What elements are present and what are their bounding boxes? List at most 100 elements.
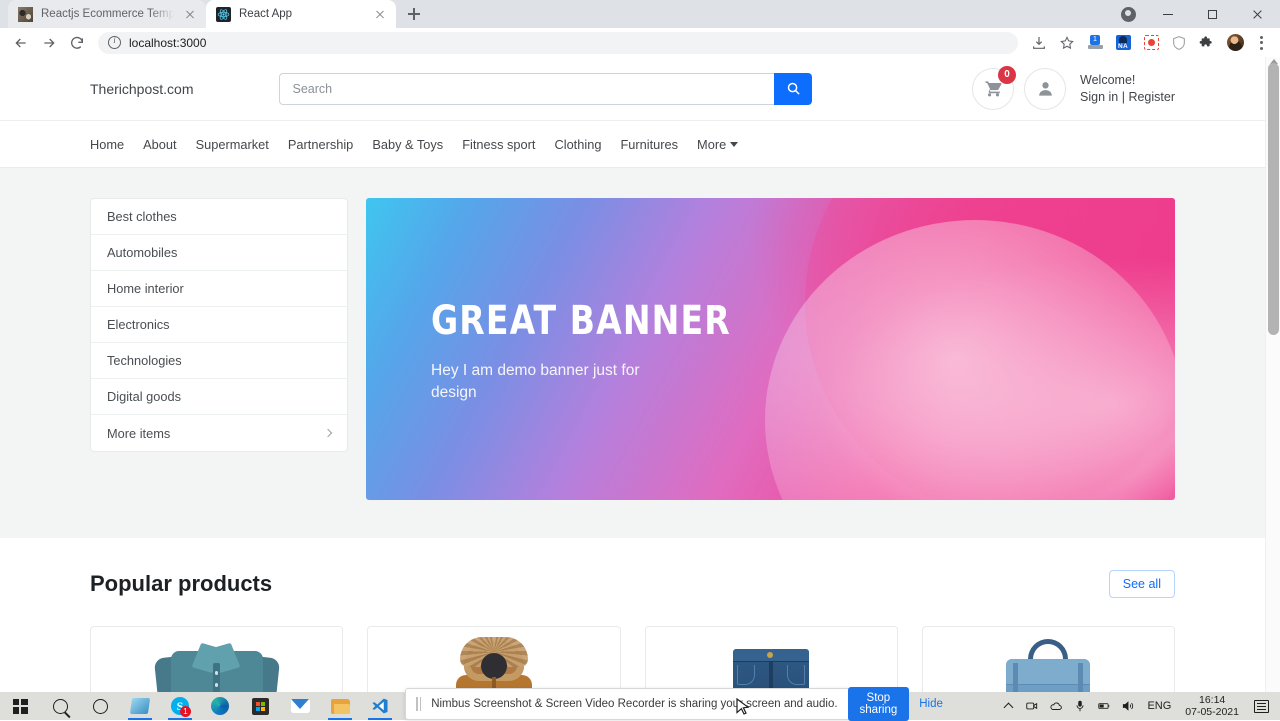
see-all-button[interactable]: See all: [1108, 570, 1175, 598]
react-logo-icon: [216, 6, 231, 22]
minimize-icon[interactable]: [1145, 0, 1190, 28]
vscode-icon[interactable]: [360, 692, 400, 720]
maximize-icon[interactable]: [1190, 0, 1235, 28]
address-bar[interactable]: localhost:3000: [98, 31, 1018, 54]
search-input[interactable]: [279, 72, 775, 105]
category-item-digital-goods[interactable]: Digital goods: [91, 379, 347, 415]
category-item-automobiles[interactable]: Automobiles: [91, 235, 347, 271]
taskbar-pinned-apps: S1: [0, 692, 400, 720]
site-info-icon[interactable]: [108, 35, 121, 49]
welcome-text: Welcome!: [1080, 72, 1136, 87]
hide-button[interactable]: Hide: [919, 698, 943, 710]
polo-shirt-image: [153, 635, 280, 692]
hero-banner[interactable]: GREAT BANNER Hey I am demo banner just f…: [366, 198, 1175, 500]
search-icon: [787, 82, 800, 95]
popular-products-section: Popular products See all: [0, 538, 1265, 692]
nav-item-baby-toys[interactable]: Baby & Toys: [372, 137, 443, 152]
cortana-icon[interactable]: [80, 692, 120, 720]
site-brand[interactable]: Therichpost.com: [90, 81, 193, 97]
header-actions: 0 Welcome! Sign in | Register: [972, 65, 1175, 110]
search-button[interactable]: [774, 72, 813, 105]
microphone-icon[interactable]: [1068, 692, 1092, 720]
nav-item-home[interactable]: Home: [90, 137, 124, 152]
mail-icon[interactable]: [280, 692, 320, 720]
banner-text: GREAT BANNER Hey I am demo banner just f…: [431, 298, 757, 404]
page-scrollbar[interactable]: [1265, 57, 1280, 692]
denim-jeans-image: [711, 635, 831, 692]
search-icon[interactable]: [40, 692, 80, 720]
category-item-more-items[interactable]: More items: [91, 415, 347, 451]
scrollbar-thumb[interactable]: [1268, 63, 1279, 335]
nav-item-clothing[interactable]: Clothing: [554, 137, 601, 152]
onedrive-icon[interactable]: [1044, 692, 1068, 720]
close-icon[interactable]: [182, 6, 198, 22]
bookmark-star-icon[interactable]: [1054, 30, 1080, 56]
skype-badge: 1: [180, 706, 191, 717]
nav-item-furnitures[interactable]: Furnitures: [620, 137, 678, 152]
page-title: Popular products: [90, 571, 273, 596]
reload-icon[interactable]: [64, 30, 90, 56]
banner-title: GREAT BANNER: [431, 298, 731, 344]
share-message: Nimbus Screenshot & Screen Video Recorde…: [431, 698, 838, 710]
clock[interactable]: 16:14 07-05-2021: [1178, 694, 1246, 719]
nav-item-about[interactable]: About: [143, 137, 176, 152]
chevron-down-icon: [730, 141, 739, 147]
edge-icon[interactable]: [200, 692, 240, 720]
product-grid: [90, 626, 1175, 692]
product-card[interactable]: [90, 626, 344, 692]
microsoft-store-icon[interactable]: [240, 692, 280, 720]
nav-item-fitness-sport[interactable]: Fitness sport: [462, 137, 535, 152]
puzzle-extensions-icon[interactable]: [1194, 30, 1220, 56]
account-button[interactable]: [1024, 67, 1067, 110]
cart-icon: [985, 81, 1002, 97]
forward-icon[interactable]: [36, 30, 62, 56]
chrome-menu-icon[interactable]: [1250, 30, 1272, 56]
clock-time: 16:14: [1199, 693, 1226, 706]
cart-button[interactable]: 0: [972, 65, 1017, 110]
update-profile-icon[interactable]: [1115, 1, 1141, 27]
stop-sharing-button[interactable]: Stop sharing: [847, 687, 910, 721]
nimbus-recorder-icon[interactable]: [1138, 30, 1164, 56]
category-item-best-clothes[interactable]: Best clothes: [91, 199, 347, 235]
screen-share-bar: Nimbus Screenshot & Screen Video Recorde…: [405, 687, 943, 721]
product-card[interactable]: [921, 626, 1175, 692]
camera-icon[interactable]: [1020, 692, 1044, 720]
browser-tab-1[interactable]: Reactjs Ecommerce Templates Fr: [8, 0, 206, 28]
install-icon[interactable]: [1026, 30, 1052, 56]
backpack-image: [988, 635, 1108, 692]
volume-icon[interactable]: [1116, 692, 1140, 720]
site-header: Therichpost.com 0: [0, 57, 1265, 121]
popular-products-header: Popular products See all: [90, 570, 1175, 598]
category-item-electronics[interactable]: Electronics: [91, 307, 347, 343]
product-card[interactable]: [644, 626, 898, 692]
web-page: Therichpost.com 0: [0, 57, 1265, 692]
profile-avatar-icon[interactable]: [1222, 30, 1248, 56]
nav-item-supermarket[interactable]: Supermarket: [196, 137, 269, 152]
new-tab-button[interactable]: [400, 0, 428, 28]
close-icon[interactable]: [1235, 0, 1280, 28]
nordvpn-extension-icon[interactable]: NA: [1110, 30, 1136, 56]
browser-toolbar: localhost:3000 NA: [0, 28, 1280, 57]
shield-extension-icon[interactable]: [1166, 30, 1192, 56]
show-hidden-icons-chevron[interactable]: [996, 692, 1020, 720]
nav-item-more[interactable]: More: [697, 137, 739, 152]
downloads-extension-icon[interactable]: [1082, 30, 1108, 56]
action-center-icon[interactable]: [1246, 692, 1276, 720]
skype-icon[interactable]: S1: [160, 692, 200, 720]
category-item-technologies[interactable]: Technologies: [91, 343, 347, 379]
signin-register-links[interactable]: Sign in | Register: [1080, 89, 1175, 106]
browser-tab-2[interactable]: React App: [206, 0, 396, 28]
file-explorer-icon[interactable]: [320, 692, 360, 720]
back-icon[interactable]: [8, 30, 34, 56]
sticky-notes-icon[interactable]: [120, 692, 160, 720]
thumbnail-icon: [18, 6, 33, 22]
product-card[interactable]: [367, 626, 621, 692]
nav-item-partnership[interactable]: Partnership: [288, 137, 353, 152]
close-icon[interactable]: [372, 6, 388, 22]
system-tray: ENG 16:14 07-05-2021: [996, 692, 1280, 720]
start-icon[interactable]: [0, 692, 40, 720]
battery-icon[interactable]: [1092, 692, 1116, 720]
language-indicator[interactable]: ENG: [1140, 700, 1178, 712]
drag-handle-icon[interactable]: [416, 697, 422, 711]
category-item-home-interior[interactable]: Home interior: [91, 271, 347, 307]
